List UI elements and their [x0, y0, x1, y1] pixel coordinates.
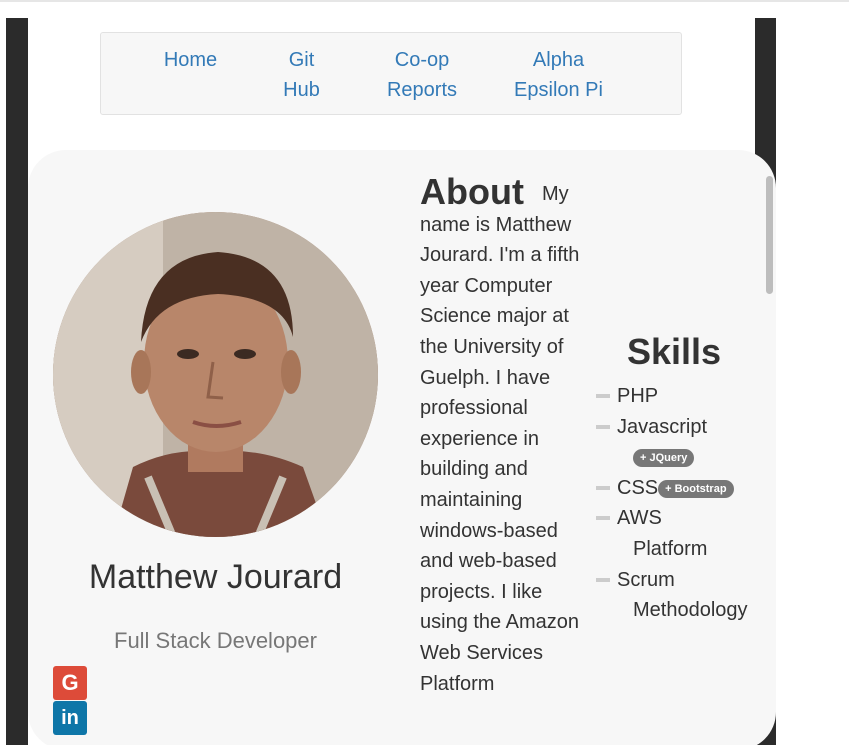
about-section: About My name is Matthew Jourard. I'm a f… [420, 170, 588, 699]
skill-item: Javascript + JQuery [596, 412, 771, 473]
nav-alpha-epsilon-pi-link[interactable]: Alpha Epsilon Pi [501, 45, 616, 105]
skill-item: CSS + Bootstrap [596, 473, 771, 504]
nav-coop-reports-link[interactable]: Co-op Reports [372, 45, 472, 105]
profile-name: Matthew Jourard [88, 558, 343, 596]
skill-badge: + JQuery [633, 448, 695, 467]
browser-top-border [0, 0, 849, 2]
skill-badge: + Bootstrap [658, 479, 734, 498]
profile-photo [53, 212, 378, 537]
skill-label-continued: Methodology [633, 599, 748, 622]
linkedin-icon: in [61, 706, 79, 729]
nav-home-link[interactable]: Home [153, 45, 228, 75]
skill-label: Scrum [617, 568, 675, 591]
skill-item: AWS Platform [596, 503, 771, 564]
list-dash-icon [596, 577, 610, 582]
skill-label: Javascript [617, 415, 708, 438]
google-plus-link[interactable]: G [53, 666, 87, 700]
skills-list: PHP Javascript + JQuery CSS + Bootstrap A… [596, 381, 771, 626]
about-heading: About [420, 171, 524, 212]
skill-label: CSS [617, 476, 659, 499]
list-dash-icon [596, 485, 610, 490]
skill-item: Scrum Methodology [596, 565, 771, 626]
skill-label: PHP [617, 385, 659, 407]
list-dash-icon [596, 516, 610, 521]
skill-label: AWS [617, 507, 662, 530]
skills-heading: Skills [626, 331, 722, 372]
top-navigation: Home Git Hub Co-op Reports Alpha Epsilon… [100, 32, 682, 115]
skill-item: PHP [596, 381, 771, 412]
nav-github-link[interactable]: Git Hub [264, 45, 339, 105]
about-text: My name is Matthew Jourard. I'm a fifth … [420, 183, 580, 695]
list-dash-icon [596, 394, 610, 398]
linkedin-link[interactable]: in [53, 701, 87, 735]
scrollbar-thumb[interactable] [766, 176, 773, 294]
profile-subtitle: Full Stack Developer [114, 628, 317, 653]
left-frame-bar [6, 18, 28, 745]
list-dash-icon [596, 424, 610, 429]
skill-label-continued: Platform [633, 537, 708, 560]
google-icon: G [61, 670, 79, 695]
